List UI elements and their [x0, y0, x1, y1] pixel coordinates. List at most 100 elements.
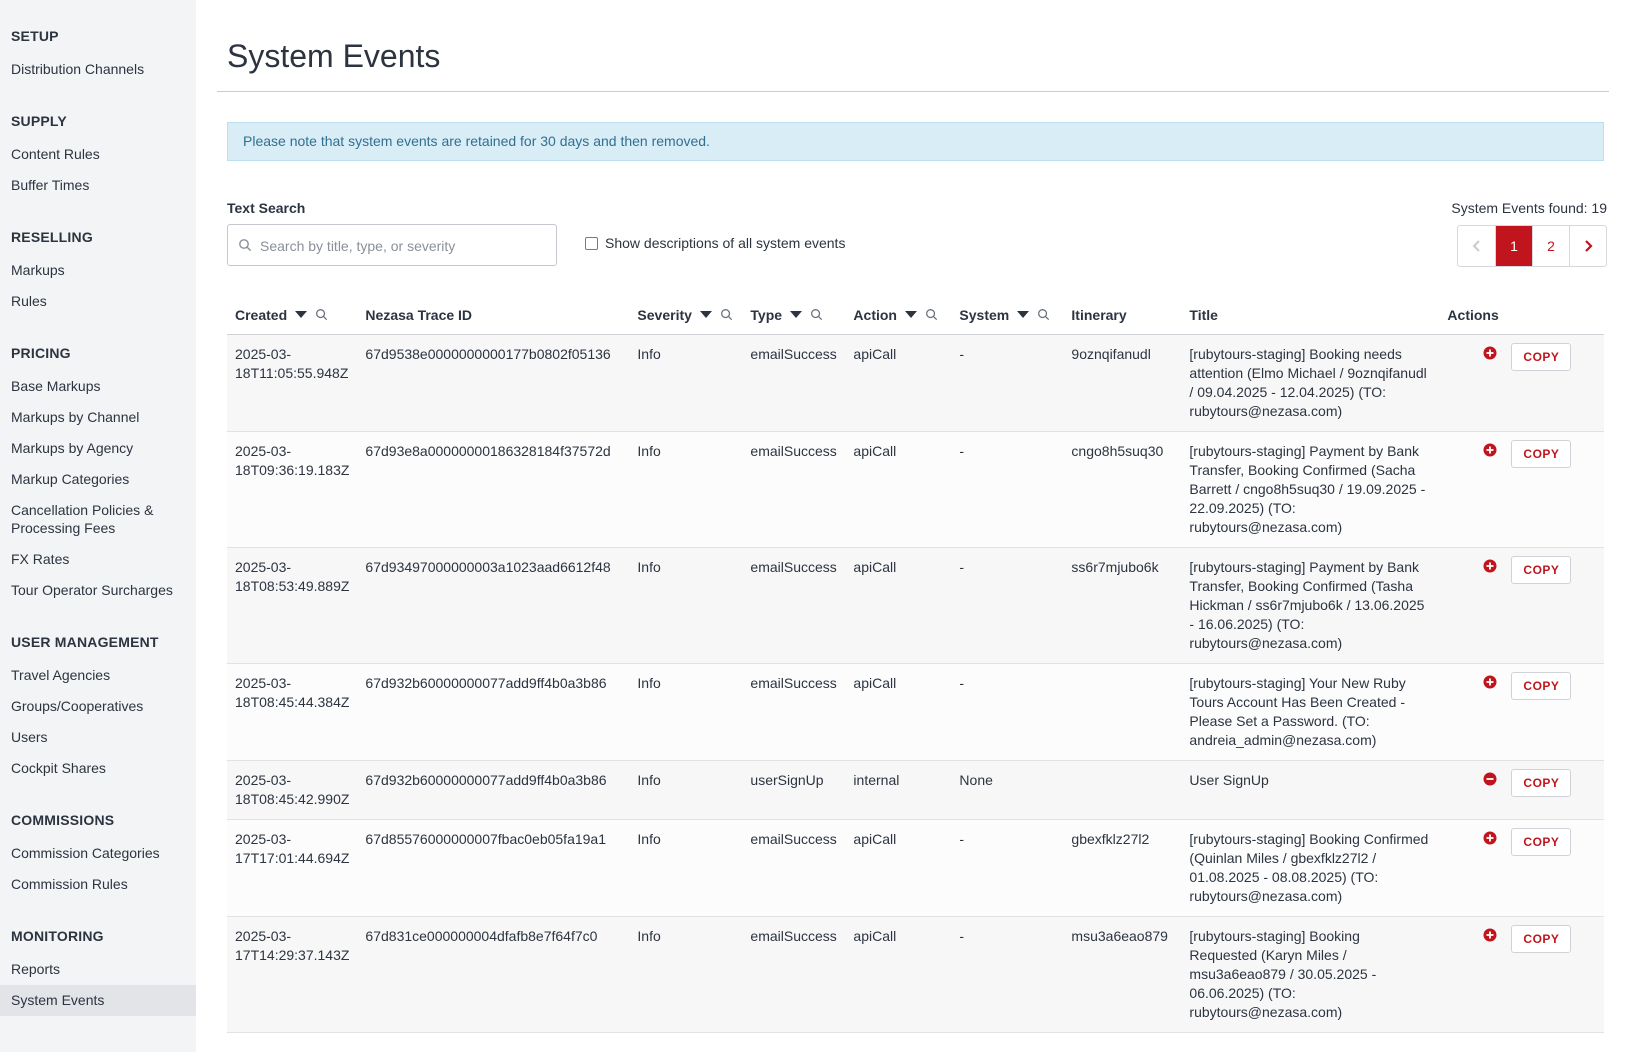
sidebar-item-system-events[interactable]: System Events	[0, 985, 196, 1016]
sidebar-item-markup-categories[interactable]: Markup Categories	[0, 464, 196, 495]
created-cell: 2025-03-18T09:36:19.183Z	[227, 431, 358, 548]
nav-heading: SETUP	[11, 28, 59, 44]
trace-id-cell: 67d831ce000000004dfafb8e7f64f7c0	[357, 916, 630, 1033]
system-cell: -	[951, 663, 1064, 761]
plus-circle-icon[interactable]	[1483, 443, 1497, 457]
page-1-button[interactable]: 1	[1495, 226, 1532, 266]
type-cell: emailSuccess	[742, 663, 846, 761]
nav-section-monitoring: MONITORING Reports System Events	[0, 922, 196, 1016]
created-cell: 2025-03-17T17:01:44.694Z	[227, 819, 358, 917]
sort-caret-icon[interactable]	[295, 311, 308, 319]
prev-page-button[interactable]	[1458, 226, 1495, 266]
sidebar-item-base-markups[interactable]: Base Markups	[0, 371, 196, 402]
action-cell: internal	[845, 760, 952, 820]
plus-circle-icon[interactable]	[1483, 559, 1497, 573]
type-cell: emailSuccess	[742, 431, 846, 548]
sidebar-item-markups-by-agency[interactable]: Markups by Agency	[0, 433, 196, 464]
title-cell: [rubytours-staging] Payment by Bank Tran…	[1181, 431, 1440, 548]
actions-cell: COPY	[1439, 916, 1604, 1033]
plus-circle-icon[interactable]	[1483, 675, 1497, 689]
sidebar-item-tour-operator-surcharges[interactable]: Tour Operator Surcharges	[0, 575, 196, 606]
search-input[interactable]	[260, 235, 550, 257]
severity-cell: Info	[629, 334, 743, 432]
sidebar-item-fx-rates[interactable]: FX Rates	[0, 544, 196, 575]
show-descriptions-toggle[interactable]: Show descriptions of all system events	[585, 235, 845, 251]
created-cell: 2025-03-17T14:29:37.143Z	[227, 916, 358, 1033]
type-cell: emailSuccess	[742, 547, 846, 664]
sidebar-item-travel-agencies[interactable]: Travel Agencies	[0, 660, 196, 691]
severity-cell: Info	[629, 916, 743, 1033]
sidebar-item-markups-by-channel[interactable]: Markups by Channel	[0, 402, 196, 433]
main-content: System Events Please note that system ev…	[217, 0, 1609, 1033]
trace-id-cell: 67d932b60000000077add9ff4b0a3b86	[357, 760, 630, 820]
column-label: Itinerary	[1071, 306, 1127, 323]
show-descriptions-checkbox[interactable]	[585, 236, 598, 250]
row-actions: COPY	[1447, 671, 1596, 700]
title-cell: User SignUp	[1181, 760, 1440, 820]
table-row: 2025-03-18T08:53:49.889Z 67d9349700000000…	[227, 547, 1604, 664]
filter-search-icon[interactable]	[1037, 308, 1050, 321]
sidebar-item-distribution-channels[interactable]: Distribution Channels	[0, 54, 196, 85]
minus-circle-icon[interactable]	[1483, 772, 1497, 786]
sidebar-item-cockpit-shares[interactable]: Cockpit Shares	[0, 753, 196, 784]
actions-cell: COPY	[1439, 334, 1604, 432]
column-system[interactable]: System	[951, 296, 1064, 335]
page-2-button[interactable]: 2	[1532, 226, 1569, 266]
copy-button[interactable]: COPY	[1511, 924, 1572, 953]
plus-circle-icon[interactable]	[1483, 831, 1497, 845]
sidebar-item-commission-rules[interactable]: Commission Rules	[0, 869, 196, 900]
column-created[interactable]: Created	[227, 296, 358, 335]
column-label: Type	[750, 306, 783, 323]
nav-section-commissions: COMMISSIONS Commission Categories Commissi…	[0, 806, 196, 900]
trace-id-cell: 67d93497000000003a1023aad6612f48	[357, 547, 630, 664]
filter-search-icon[interactable]	[315, 308, 328, 321]
sort-caret-icon[interactable]	[904, 311, 917, 319]
table-header-row: Created Nezasa Trace ID Severity Type Ac…	[227, 296, 1604, 335]
column-type[interactable]: Type	[742, 296, 846, 335]
sort-caret-icon[interactable]	[1017, 311, 1030, 319]
sidebar-item-groups-cooperatives[interactable]: Groups/Cooperatives	[0, 691, 196, 722]
next-page-button[interactable]	[1569, 226, 1606, 266]
action-cell: apiCall	[845, 663, 952, 761]
filter-search-icon[interactable]	[810, 308, 823, 321]
sidebar-item-commission-categories[interactable]: Commission Categories	[0, 838, 196, 869]
sidebar-item-cancellation-policies-processing-fees[interactable]: Cancellation Policies & Processing Fees	[0, 495, 196, 544]
copy-button[interactable]: COPY	[1511, 768, 1572, 797]
column-actions: Actions	[1439, 296, 1604, 335]
filter-search-icon[interactable]	[720, 308, 733, 321]
copy-button[interactable]: COPY	[1511, 827, 1572, 856]
sidebar-item-content-rules[interactable]: Content Rules	[0, 139, 196, 170]
search-field[interactable]	[227, 224, 557, 266]
column-label: Actions	[1447, 306, 1499, 323]
results-count: System Events found: 19	[1451, 200, 1607, 216]
copy-button[interactable]: COPY	[1511, 671, 1572, 700]
actions-cell: COPY	[1439, 663, 1604, 761]
sidebar-item-markups[interactable]: Markups	[0, 255, 196, 286]
system-cell: -	[951, 431, 1064, 548]
sort-caret-icon[interactable]	[699, 311, 712, 319]
title-cell: [rubytours-staging] Booking Requested (K…	[1181, 916, 1440, 1033]
copy-button[interactable]: COPY	[1511, 342, 1572, 371]
action-cell: apiCall	[845, 916, 952, 1033]
column-severity[interactable]: Severity	[629, 296, 743, 335]
sidebar-item-buffer-times[interactable]: Buffer Times	[0, 170, 196, 201]
column-action[interactable]: Action	[845, 296, 952, 335]
type-cell: emailSuccess	[742, 916, 846, 1033]
retention-notice: Please note that system events are retai…	[227, 122, 1604, 161]
copy-button[interactable]: COPY	[1511, 439, 1572, 468]
severity-cell: Info	[629, 760, 743, 820]
plus-circle-icon[interactable]	[1483, 928, 1497, 942]
copy-button[interactable]: COPY	[1511, 555, 1572, 584]
sidebar-item-reports[interactable]: Reports	[0, 954, 196, 985]
sidebar-item-users[interactable]: Users	[0, 722, 196, 753]
sort-caret-icon[interactable]	[790, 311, 803, 319]
row-actions: COPY	[1447, 342, 1596, 371]
title-cell: [rubytours-staging] Your New Ruby Tours …	[1181, 663, 1440, 761]
severity-cell: Info	[629, 431, 743, 548]
filter-search-icon[interactable]	[925, 308, 938, 321]
chevron-left-icon	[1472, 240, 1480, 252]
system-cell: -	[951, 334, 1064, 432]
plus-circle-icon[interactable]	[1483, 346, 1497, 360]
sidebar-item-rules[interactable]: Rules	[0, 286, 196, 317]
row-actions: COPY	[1447, 924, 1596, 953]
